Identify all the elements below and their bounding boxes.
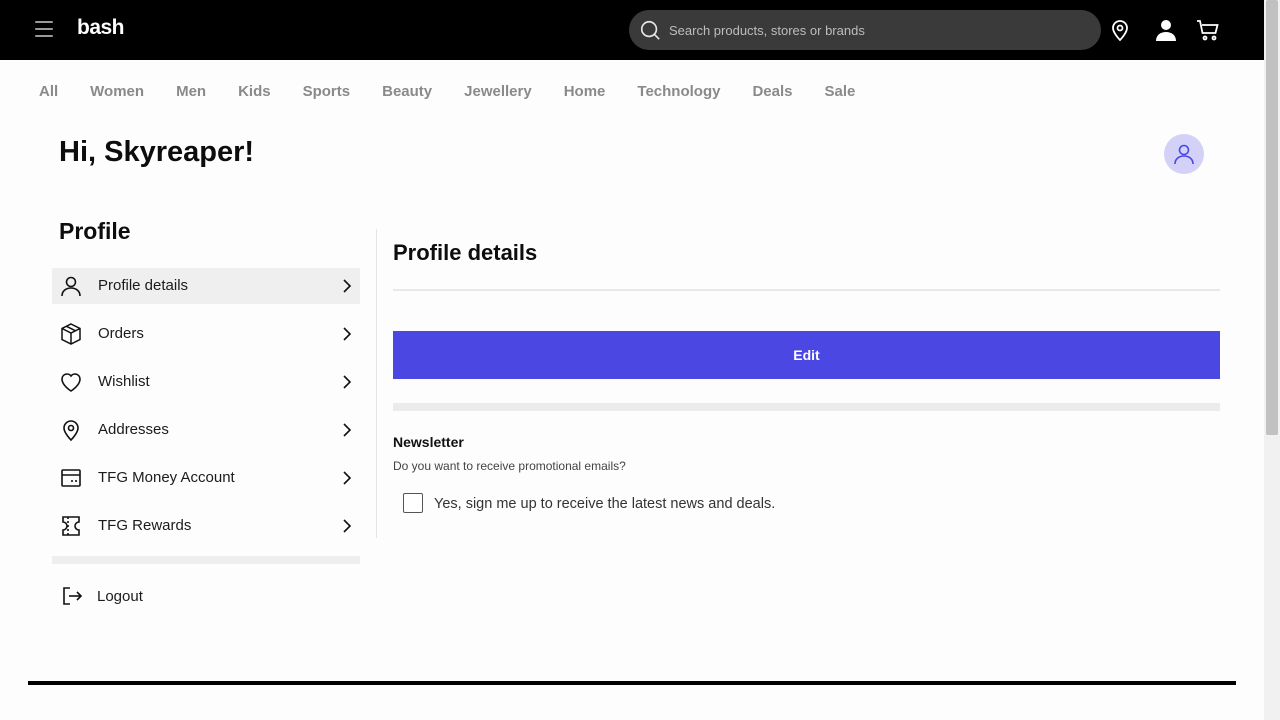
sidebar-item-tfg-rewards[interactable]: TFG Rewards <box>52 508 360 544</box>
footer-divider <box>28 681 1236 685</box>
nav-item-beauty[interactable]: Beauty <box>382 83 432 100</box>
heart-icon <box>61 373 81 392</box>
nav-item-home[interactable]: Home <box>564 83 606 100</box>
chevron-right-icon <box>343 327 352 341</box>
sidebar-item-label: TFG Money Account <box>98 469 235 486</box>
newsletter-subtitle: Do you want to receive promotional email… <box>393 459 626 473</box>
chevron-right-icon <box>343 471 352 485</box>
profile-details-title: Profile details <box>393 240 538 265</box>
newsletter-checkbox[interactable] <box>403 493 423 513</box>
search-bar[interactable] <box>629 10 1101 50</box>
logout-icon <box>63 587 83 605</box>
nav-item-deals[interactable]: Deals <box>752 83 792 100</box>
sidebar-item-addresses[interactable]: Addresses <box>52 412 360 448</box>
scrollbar-thumb[interactable] <box>1266 0 1278 435</box>
logout-label: Logout <box>97 588 143 605</box>
sidebar-item-label: Profile details <box>98 277 189 294</box>
location-pin-icon[interactable] <box>1108 18 1132 42</box>
sidebar-item-orders[interactable]: Orders <box>52 316 360 352</box>
sidebar-item-tfg-money-account[interactable]: TFG Money Account <box>52 460 360 496</box>
nav-item-sale[interactable]: Sale <box>824 83 855 100</box>
menu-icon[interactable] <box>35 21 53 37</box>
search-icon <box>640 20 660 40</box>
nav-item-sports[interactable]: Sports <box>303 83 351 100</box>
chevron-right-icon <box>343 375 352 389</box>
avatar[interactable] <box>1164 134 1204 174</box>
sidebar-item-label: Wishlist <box>98 373 150 390</box>
sidebar-item-label: Addresses <box>98 421 169 438</box>
content-separator <box>376 229 377 538</box>
bash-logo[interactable]: bash <box>77 16 125 40</box>
newsletter-checkbox-label[interactable]: Yes, sign me up to receive the latest ne… <box>434 496 775 512</box>
newsletter-title: Newsletter <box>393 434 464 450</box>
sidebar-divider <box>52 556 360 564</box>
nav-item-men[interactable]: Men <box>176 83 206 100</box>
sidebar-item-label: TFG Rewards <box>98 517 192 534</box>
box-icon <box>61 323 81 345</box>
nav-item-all[interactable]: All <box>39 83 58 100</box>
edit-button[interactable]: Edit <box>393 331 1220 379</box>
nav-item-jewellery[interactable]: Jewellery <box>464 83 532 100</box>
logout-button[interactable]: Logout <box>52 584 252 608</box>
card-icon <box>61 469 81 487</box>
user-icon <box>1174 144 1194 165</box>
sidebar-item-wishlist[interactable]: Wishlist <box>52 364 360 400</box>
account-icon[interactable] <box>1154 18 1178 42</box>
greeting-title: Hi, Skyreaper! <box>59 136 255 168</box>
nav-item-women[interactable]: Women <box>90 83 144 100</box>
sidebar-menu: Profile details Orders Wishlist Addresse… <box>52 268 360 556</box>
chevron-right-icon <box>343 279 352 293</box>
page-scrollbar[interactable] <box>1264 0 1280 720</box>
chevron-right-icon <box>343 519 352 533</box>
nav-item-kids[interactable]: Kids <box>238 83 271 100</box>
sidebar-item-profile-details[interactable]: Profile details <box>52 268 360 304</box>
top-bar: bash <box>0 0 1264 60</box>
search-input[interactable] <box>669 10 1089 50</box>
sidebar-title: Profile <box>59 218 131 244</box>
location-pin-icon <box>63 420 79 442</box>
category-nav: All Women Men Kids Sports Beauty Jewelle… <box>39 83 887 100</box>
user-icon <box>61 276 81 297</box>
ticket-icon <box>62 516 80 536</box>
section-divider <box>393 403 1220 411</box>
cart-icon[interactable] <box>1196 18 1220 42</box>
chevron-right-icon <box>343 423 352 437</box>
sidebar-item-label: Orders <box>98 325 144 342</box>
title-divider <box>393 289 1220 291</box>
nav-item-technology[interactable]: Technology <box>637 83 720 100</box>
